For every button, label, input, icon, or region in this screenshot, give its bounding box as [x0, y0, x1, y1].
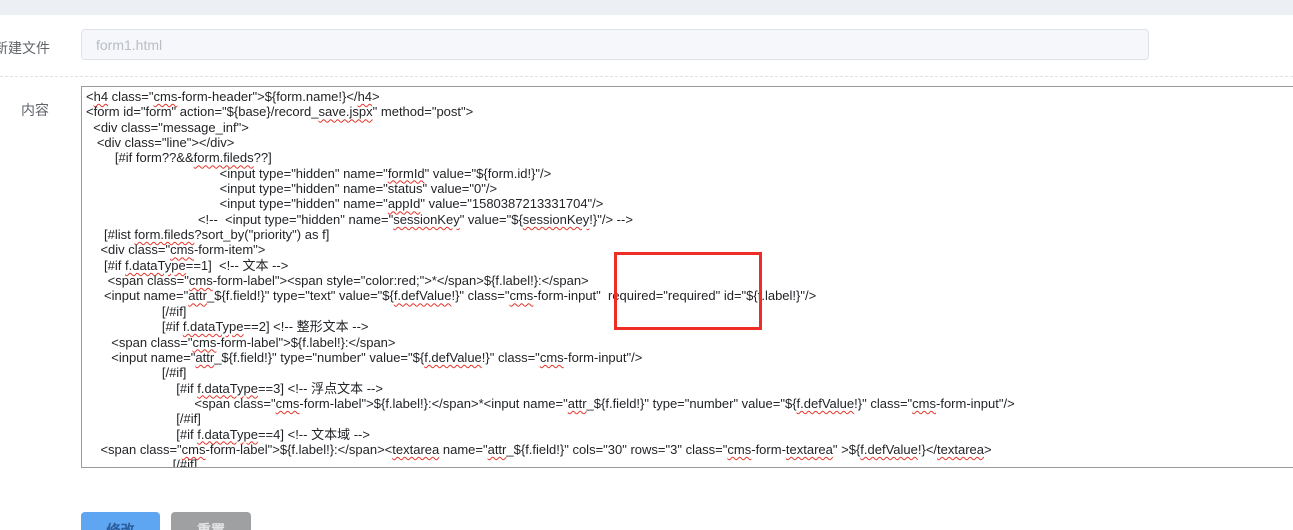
code-line: [/#if] [86, 365, 187, 381]
filename-input[interactable] [81, 29, 1149, 60]
code-line: [#if form??&&form.fileds??] [86, 150, 272, 166]
code-line: [#if f.dataType==1] <!-- 文本 --> [86, 257, 289, 273]
code-line: [/#if] [86, 411, 201, 427]
section-divider [0, 76, 1293, 77]
code-line: <input name="attr_${f.field!}" type="tex… [86, 288, 817, 304]
code-line: <!-- <input type="hidden" name="sessionK… [86, 211, 633, 227]
top-bar [0, 0, 1293, 15]
code-line: <input type="hidden" name="formId" value… [86, 165, 552, 181]
code-line: <h4 class="cms-form-header">${form.name!… [86, 89, 380, 104]
code-line: [/#if] [86, 303, 187, 319]
code-line: <span class="cms-form-label"><span style… [86, 273, 589, 289]
code-line: <span class="cms-form-label">${f.label!}… [86, 441, 992, 457]
content-label: 内容 [21, 102, 49, 118]
code-line: <span class="cms-form-label">${f.label!}… [86, 334, 396, 350]
code-line: <span class="cms-form-label">${f.label!}… [86, 395, 1015, 411]
content-code-editor[interactable]: <h4 class="cms-form-header">${form.name!… [81, 86, 1293, 468]
code-line: [#if f.dataType==2] <!-- 整形文本 --> [86, 319, 369, 335]
code-line: <form id="form" action="${base}/record_s… [86, 104, 474, 120]
code-line: <input type="hidden" name="status" value… [86, 181, 498, 197]
modify-button[interactable]: 修改 [81, 512, 160, 530]
reset-button[interactable]: 重置 [171, 512, 251, 530]
code-line: [#if f.dataType==4] <!-- 文本域 --> [86, 426, 370, 442]
code-line: <div class="line"></div> [86, 135, 235, 151]
filename-label: 新建文件 [0, 40, 50, 56]
code-line: [#if f.dataType==3] <!-- 浮点文本 --> [86, 380, 383, 396]
code-line: <input type="hidden" name="appId" value=… [86, 196, 604, 212]
code-line: <div class="cms-form-item"> [86, 242, 266, 258]
code-line: <div class="message_inf"> [86, 119, 249, 135]
code-line: [/#if] [86, 457, 198, 468]
code-line: [#list form.fileds?sort_by("priority") a… [86, 227, 330, 243]
code-line: <input name="attr_${f.field!}" type="num… [86, 349, 643, 365]
